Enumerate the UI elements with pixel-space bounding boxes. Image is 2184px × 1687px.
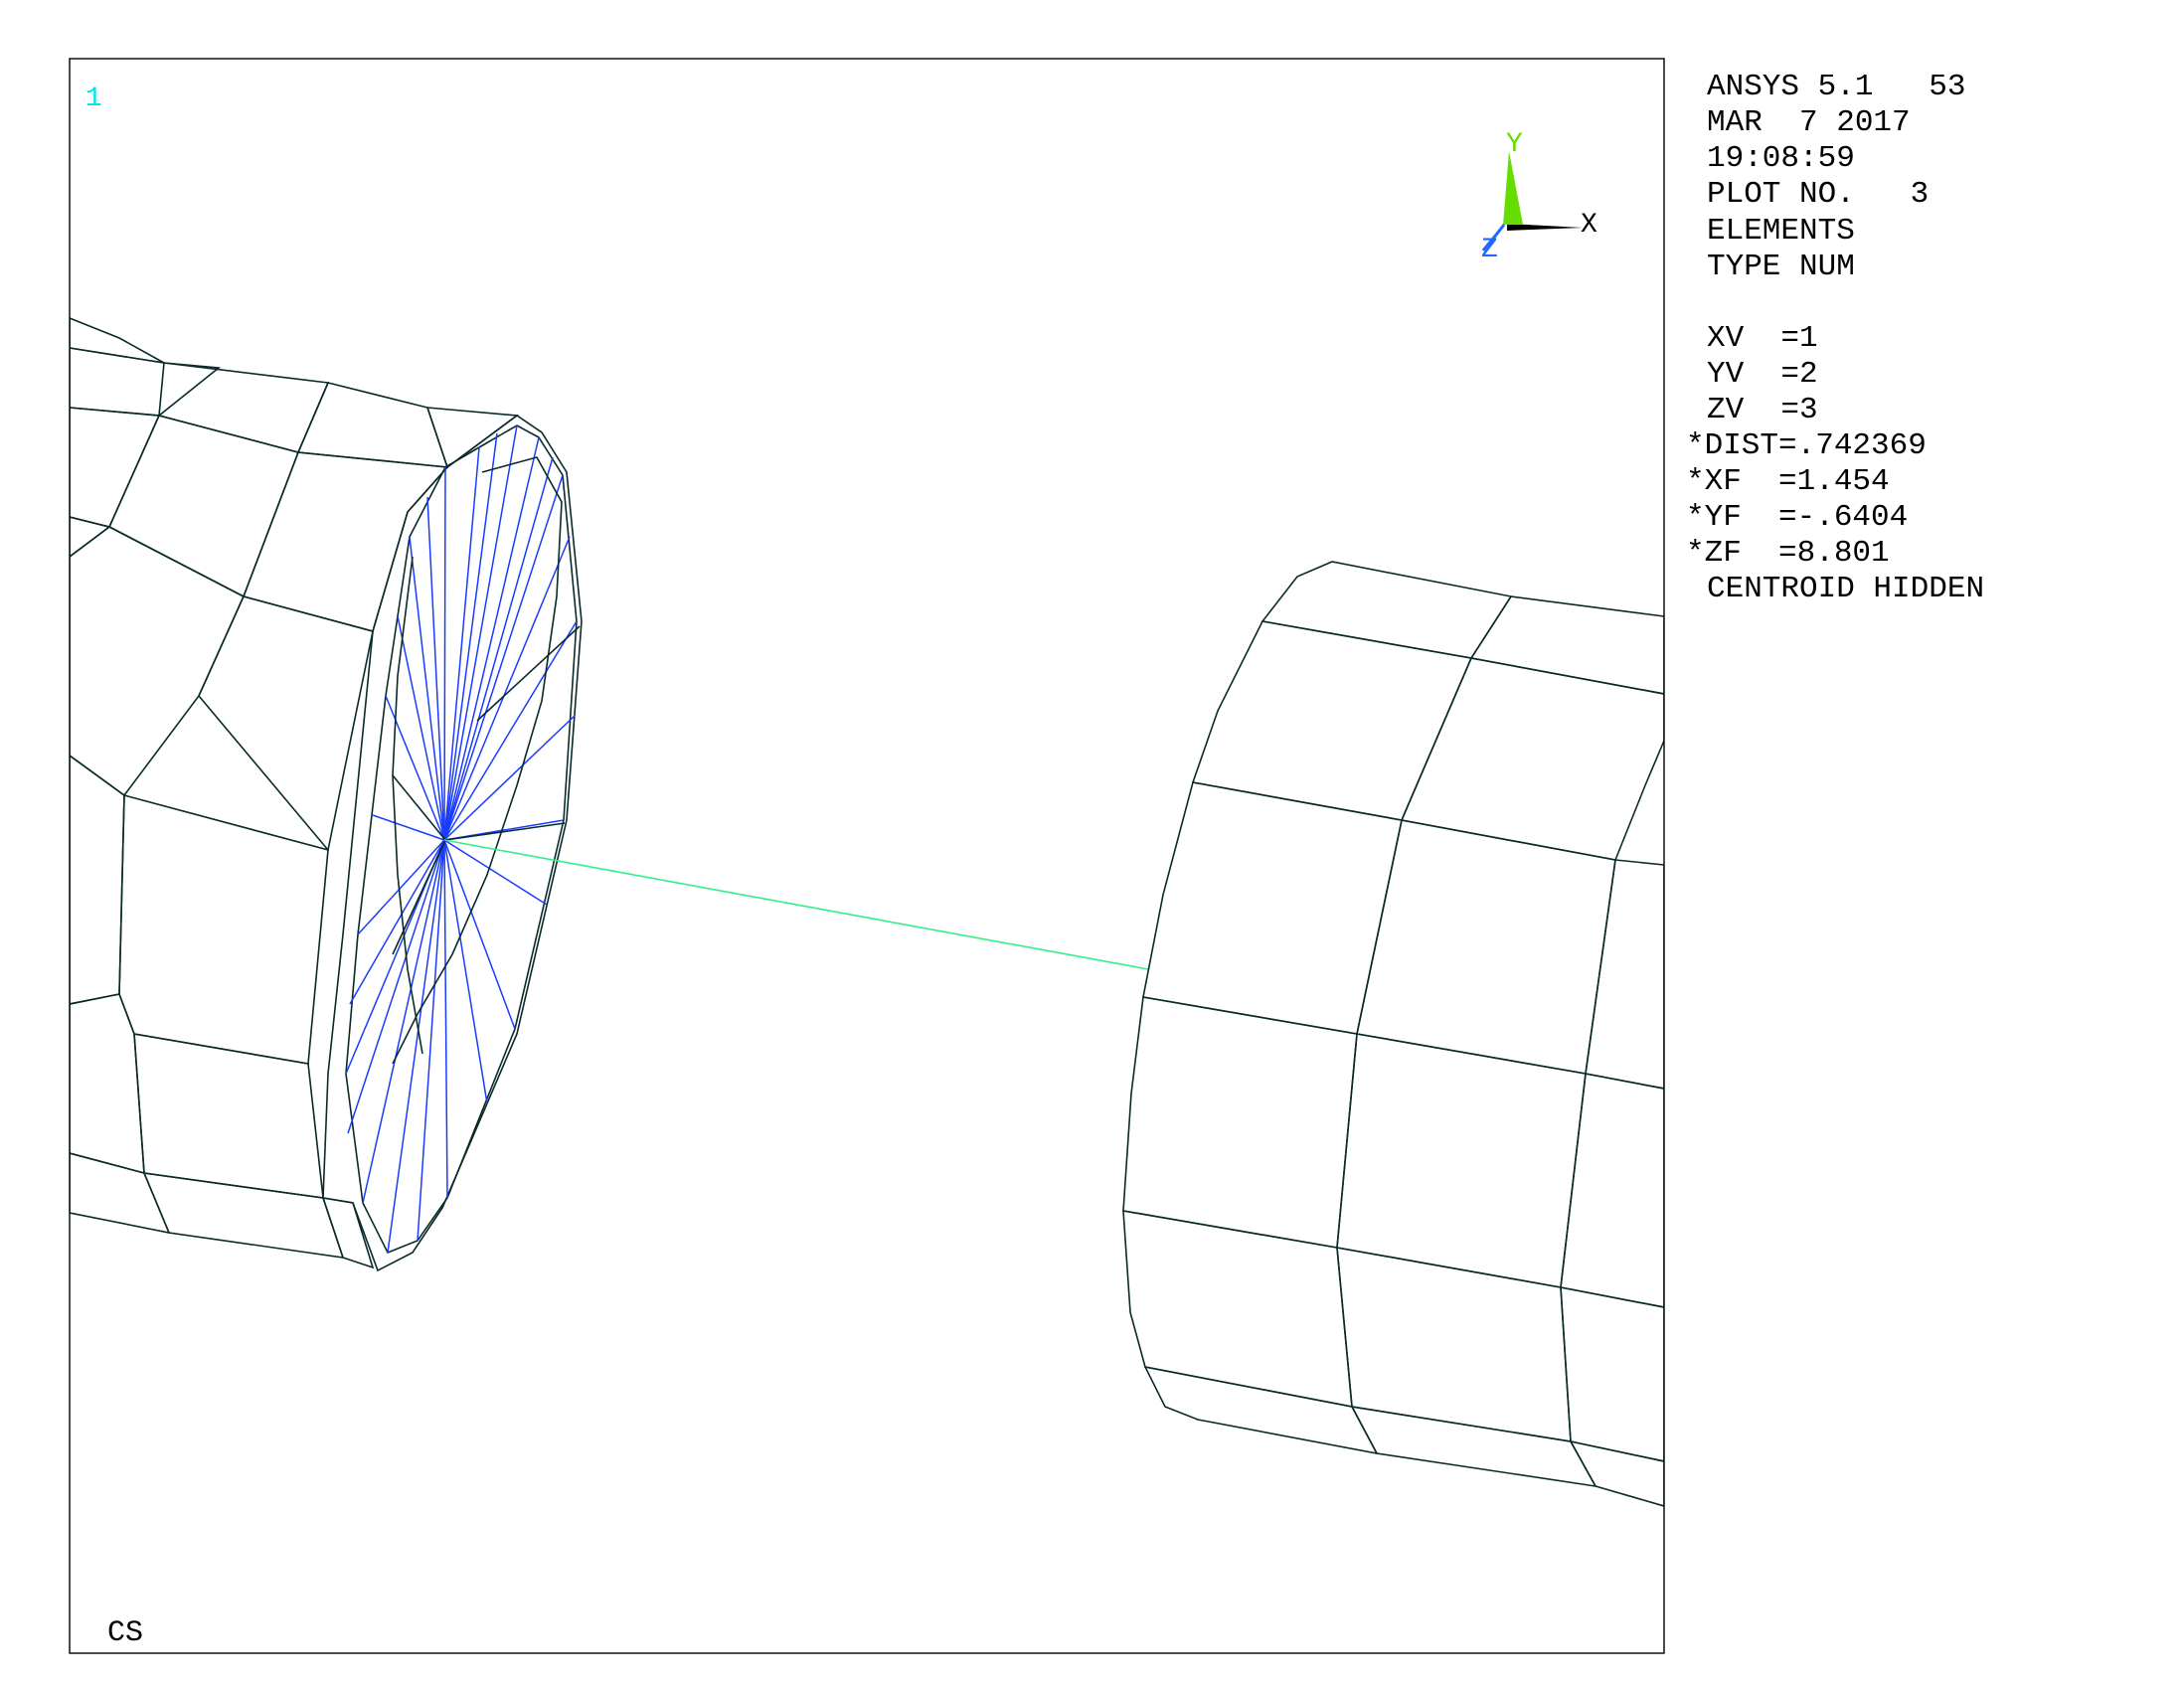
ansys-graphics-window: 1 CS X Y Z ANSYS 5.1 53 MAR 7 2017 19:08… <box>69 58 1984 1654</box>
end-face-spokes <box>345 424 578 1254</box>
element-face <box>425 407 520 469</box>
info-line: ANSYS 5.1 53 <box>1707 70 1965 104</box>
element-face <box>1560 1073 1664 1308</box>
y-axis-arrow <box>1503 151 1523 225</box>
info-line: PLOT NO. 3 <box>1707 177 1929 212</box>
element-face <box>70 755 125 1005</box>
info-line: ZV =3 <box>1707 393 1818 427</box>
element-face <box>1143 1365 1379 1455</box>
info-line: MAR 7 2017 <box>1707 105 1911 140</box>
info-line: *ZF =8.801 <box>1686 536 1890 571</box>
info-line: XV =1 <box>1707 321 1818 356</box>
plot-info-panel: ANSYS 5.1 53 MAR 7 2017 19:08:59 PLOT NO… <box>1686 70 1984 606</box>
z-axis-label: Z <box>1481 235 1498 265</box>
element-face <box>118 793 329 1065</box>
element-face <box>142 1172 345 1259</box>
element-face <box>1122 996 1358 1249</box>
model-view <box>70 317 1664 1507</box>
element-face <box>198 595 374 852</box>
axis-triad-icon: X Y Z <box>1481 129 1597 265</box>
x-axis-label: X <box>1581 210 1597 241</box>
element-face <box>158 362 330 453</box>
element-face <box>70 1152 171 1235</box>
window-number: 1 <box>85 84 102 114</box>
element-face <box>1356 819 1616 1075</box>
info-line: 19:08:59 <box>1707 141 1855 176</box>
element-face <box>1585 859 1664 1090</box>
info-line: CENTROID HIDDEN <box>1707 572 1984 606</box>
viewport-frame <box>69 58 1665 1654</box>
right-cylinder-mesh <box>1122 561 1664 1507</box>
element-face <box>107 415 300 598</box>
element-face <box>70 347 222 417</box>
end-face-mesh-line <box>444 822 566 841</box>
element-face <box>70 993 145 1175</box>
info-line: *DIST=.742369 <box>1686 428 1927 463</box>
left-cylinder-mesh <box>70 317 583 1272</box>
link-element <box>443 839 1149 970</box>
y-axis-label: Y <box>1506 129 1523 160</box>
info-line: *XF =1.454 <box>1686 464 1890 499</box>
element-face <box>1469 595 1664 695</box>
end-face-disc <box>345 424 578 1255</box>
info-line: YV =2 <box>1707 357 1818 392</box>
element-face <box>1569 1439 1664 1507</box>
element-face <box>1350 1405 1597 1488</box>
x-axis-arrow <box>1507 224 1583 231</box>
element-face <box>1400 657 1664 861</box>
info-line: *YF =-.6404 <box>1686 500 1908 535</box>
element-face <box>133 1033 324 1199</box>
info-line: TYPE NUM <box>1707 250 1855 284</box>
element-face <box>1560 1286 1664 1462</box>
element-face <box>1336 1247 1572 1442</box>
end-face-mesh-line <box>476 625 581 722</box>
end-face-mesh-line <box>392 556 423 1055</box>
end-cap-ring <box>322 415 583 1272</box>
coordinate-system-label: CS <box>107 1616 143 1650</box>
element-face <box>70 516 111 558</box>
element-face <box>1142 781 1403 1035</box>
info-line: ELEMENTS <box>1707 214 1855 249</box>
element-face <box>70 407 161 528</box>
element-face <box>1122 1210 1353 1408</box>
element-face <box>70 526 246 797</box>
element-face <box>1336 1033 1587 1288</box>
